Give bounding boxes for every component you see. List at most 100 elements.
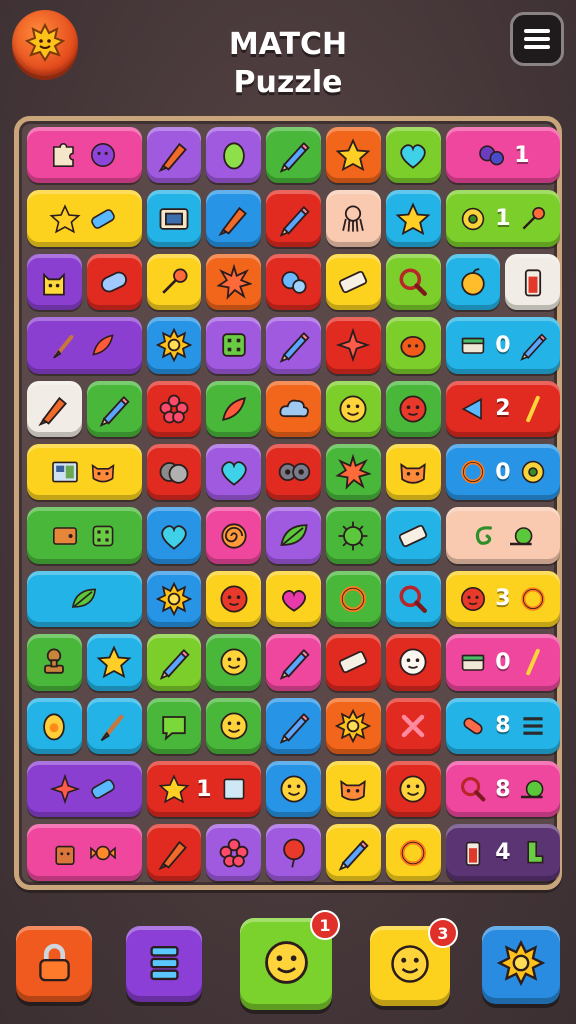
chat-booster-button[interactable]: 3 [370,918,458,1006]
game-tile[interactable]: 4 [445,824,561,881]
starburst-icon [335,454,372,490]
game-tile[interactable] [326,253,381,311]
game-tile[interactable] [206,380,262,437]
game-tile[interactable] [206,507,262,564]
game-tile[interactable] [146,444,202,501]
settings-sun-button[interactable] [12,10,78,76]
game-tile[interactable] [206,127,262,184]
game-tile[interactable] [385,127,441,184]
game-tile[interactable] [146,127,202,184]
game-tile[interactable] [266,444,321,501]
game-tile[interactable] [86,380,142,437]
game-tile[interactable] [206,444,262,501]
game-tile[interactable] [206,634,262,691]
sun-booster-button[interactable] [482,926,560,1004]
game-tile[interactable] [505,253,561,311]
game-tile[interactable] [146,570,202,628]
game-tile[interactable] [326,570,381,628]
game-tile[interactable] [326,127,381,184]
game-tile[interactable] [146,190,202,247]
game-tile[interactable] [266,824,321,881]
shuffle-booster-button[interactable] [126,926,202,1002]
game-tile[interactable] [27,697,82,754]
game-tile[interactable] [86,253,142,311]
game-tile[interactable] [86,634,142,691]
game-tile[interactable] [326,190,381,247]
game-tile[interactable] [266,127,321,184]
game-tile[interactable] [27,444,142,501]
game-tile[interactable] [445,253,501,311]
game-tile[interactable] [27,253,82,311]
sun-icon [155,581,192,617]
game-tile[interactable] [385,444,441,501]
game-tile[interactable] [27,824,142,881]
game-tile[interactable] [27,190,142,247]
game-tile[interactable] [385,380,441,437]
game-tile[interactable] [206,253,262,311]
tile-count-label: 2 [495,396,511,422]
game-tile[interactable] [385,507,441,564]
game-tile[interactable] [385,697,441,754]
game-tile[interactable] [326,824,381,881]
game-tile[interactable] [385,253,441,311]
menu-button[interactable] [510,12,564,66]
game-tile[interactable] [266,634,321,691]
game-tile[interactable] [27,380,82,437]
game-tile[interactable] [385,824,441,881]
game-tile[interactable] [385,570,441,628]
game-tile[interactable] [146,697,202,754]
game-tile[interactable] [326,444,381,501]
game-tile[interactable] [266,380,321,437]
game-tile[interactable] [326,380,381,437]
game-tile[interactable] [326,317,381,374]
game-tile[interactable] [385,190,441,247]
game-tile[interactable] [146,507,202,564]
game-tile[interactable] [86,697,142,754]
game-tile[interactable] [146,634,202,691]
game-tile[interactable] [385,317,441,374]
game-tile[interactable] [146,380,202,437]
game-tile[interactable] [27,507,142,564]
game-tile[interactable]: 8 [445,697,561,754]
game-tile[interactable] [266,317,321,374]
game-tile[interactable] [266,507,321,564]
game-tile[interactable] [266,697,321,754]
game-tile[interactable]: 1 [445,127,561,184]
feather-icon [216,391,252,427]
game-tile[interactable]: 8 [445,761,561,818]
game-tile[interactable] [326,507,381,564]
game-tile[interactable] [146,253,202,311]
game-tile[interactable]: 2 [445,380,561,437]
game-tile[interactable]: 1 [146,761,262,818]
game-tile[interactable] [326,634,381,691]
game-tile[interactable] [266,190,321,247]
game-tile[interactable] [266,761,321,818]
hint-booster-button[interactable]: 1 [240,910,340,1010]
game-tile[interactable] [266,570,321,628]
game-tile[interactable]: 3 [445,570,561,628]
purple-blob-icon [87,139,119,171]
game-tile[interactable] [27,634,82,691]
game-tile[interactable] [206,317,262,374]
game-tile[interactable] [385,761,441,818]
game-tile[interactable] [27,570,142,628]
game-tile[interactable] [27,127,142,184]
game-tile[interactable]: 0 [445,634,561,691]
game-tile[interactable] [206,190,262,247]
game-tile[interactable] [206,697,262,754]
game-tile[interactable] [326,761,381,818]
game-tile[interactable] [385,634,441,691]
lock-booster-button[interactable] [16,926,92,1002]
game-tile[interactable]: 0 [445,444,561,501]
game-tile[interactable] [146,824,202,881]
game-tile[interactable] [146,317,202,374]
game-tile[interactable] [206,824,262,881]
game-tile[interactable] [326,697,381,754]
game-tile[interactable] [445,507,561,564]
game-tile[interactable] [27,761,142,818]
game-tile[interactable] [266,253,321,311]
game-tile[interactable]: 0 [445,317,561,374]
game-tile[interactable] [206,570,262,628]
game-tile[interactable] [27,317,142,374]
game-tile[interactable]: 1 [445,190,561,247]
